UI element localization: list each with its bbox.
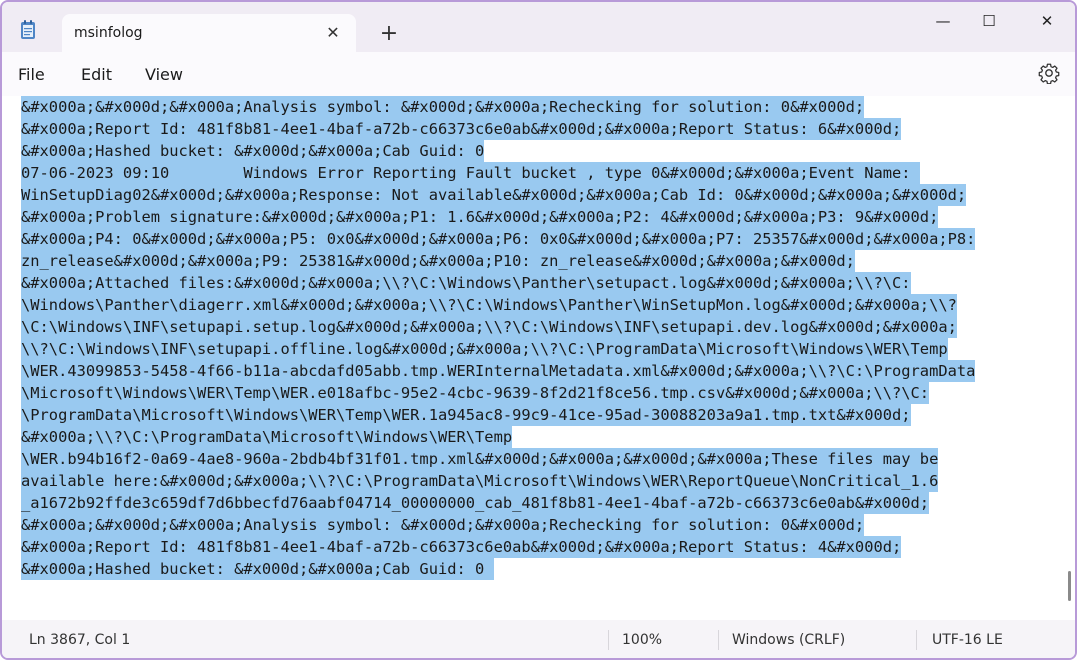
text-line[interactable]: \C:\Windows\INF\setupapi.setup.log&#x000… [21, 316, 957, 338]
editor-text[interactable]: &#x000a;&#x000d;&#x000a;Analysis symbol:… [21, 96, 976, 580]
text-line[interactable]: &#x000a;Attached files:&#x000d;&#x000a;\… [21, 272, 911, 294]
status-bar: Ln 3867, Col 1 100% Windows (CRLF) UTF-1… [2, 620, 1075, 658]
cursor-position: Ln 3867, Col 1 [29, 632, 131, 648]
tab-close-icon[interactable]: ✕ [323, 23, 343, 43]
text-line[interactable]: &#x000a;&#x000d;&#x000a;Analysis symbol:… [21, 514, 865, 536]
encoding[interactable]: UTF-16 LE [932, 632, 1003, 648]
text-line[interactable]: \Windows\Panther\diagerr.xml&#x000d;&#x0… [21, 294, 957, 316]
text-line[interactable]: 07-06-2023 09:10 Windows Error Reporting… [21, 162, 920, 184]
text-line[interactable]: \WER.43099853-5458-4f66-b11a-abcdafd05ab… [21, 360, 976, 382]
gear-icon[interactable] [1038, 62, 1060, 84]
menu-file[interactable]: File [18, 65, 45, 84]
tab-msinfolog[interactable]: msinfolog ✕ [62, 14, 356, 52]
text-editor[interactable]: &#x000a;&#x000d;&#x000a;Analysis symbol:… [2, 96, 1075, 619]
text-line[interactable]: \Microsoft\Windows\WER\Temp\WER.e018afbc… [21, 382, 930, 404]
status-separator [608, 630, 609, 650]
text-line[interactable]: &#x000a;Hashed bucket: &#x000d;&#x000a;C… [21, 140, 485, 162]
line-ending[interactable]: Windows (CRLF) [732, 632, 845, 648]
text-line[interactable]: &#x000a;P4: 0&#x000d;&#x000a;P5: 0x0&#x0… [21, 228, 976, 250]
tab-title: msinfolog [74, 25, 143, 41]
text-line[interactable]: available here:&#x000d;&#x000a;\\?\C:\Pr… [21, 470, 939, 492]
text-line[interactable]: &#x000a;Report Id: 481f8b81-4ee1-4baf-a7… [21, 536, 902, 558]
menu-edit[interactable]: Edit [81, 65, 112, 84]
text-line[interactable]: _a1672b92ffde3c659df7d6bbecfd76aabf04714… [21, 492, 930, 514]
title-bar: msinfolog ✕ + — ☐ ✕ [2, 2, 1075, 52]
notepad-window: msinfolog ✕ + — ☐ ✕ File Edit View &#x00… [0, 0, 1077, 660]
status-separator [718, 630, 719, 650]
menu-bar: File Edit View [2, 52, 1075, 96]
text-line[interactable]: \WER.b94b16f2-0a69-4ae8-960a-2bdb4bf31f0… [21, 448, 939, 470]
text-line[interactable]: &#x000a;&#x000d;&#x000a;Analysis symbol:… [21, 96, 865, 118]
minimize-button[interactable]: — [920, 8, 966, 34]
scrollbar-thumb[interactable] [1068, 571, 1071, 601]
text-line[interactable]: &#x000a;Report Id: 481f8b81-4ee1-4baf-a7… [21, 118, 902, 140]
notepad-icon [21, 20, 35, 39]
text-line[interactable]: zn_release&#x000d;&#x000a;P9: 25381&#x00… [21, 250, 855, 272]
text-line[interactable]: \ProgramData\Microsoft\Windows\WER\Temp\… [21, 404, 911, 426]
text-line[interactable]: WinSetupDiag02&#x000d;&#x000a;Response: … [21, 184, 967, 206]
new-tab-button[interactable]: + [377, 23, 401, 47]
text-line[interactable]: \\?\C:\Windows\INF\setupapi.offline.log&… [21, 338, 948, 360]
maximize-button[interactable]: ☐ [966, 8, 1012, 34]
text-line[interactable]: &#x000a;Hashed bucket: &#x000d;&#x000a;C… [21, 558, 494, 580]
text-line[interactable]: &#x000a;Problem signature:&#x000d;&#x000… [21, 206, 939, 228]
menu-view[interactable]: View [145, 65, 183, 84]
close-button[interactable]: ✕ [1024, 8, 1070, 34]
text-line[interactable]: &#x000a;\\?\C:\ProgramData\Microsoft\Win… [21, 426, 513, 448]
status-separator [916, 630, 917, 650]
zoom-level[interactable]: 100% [622, 632, 662, 648]
